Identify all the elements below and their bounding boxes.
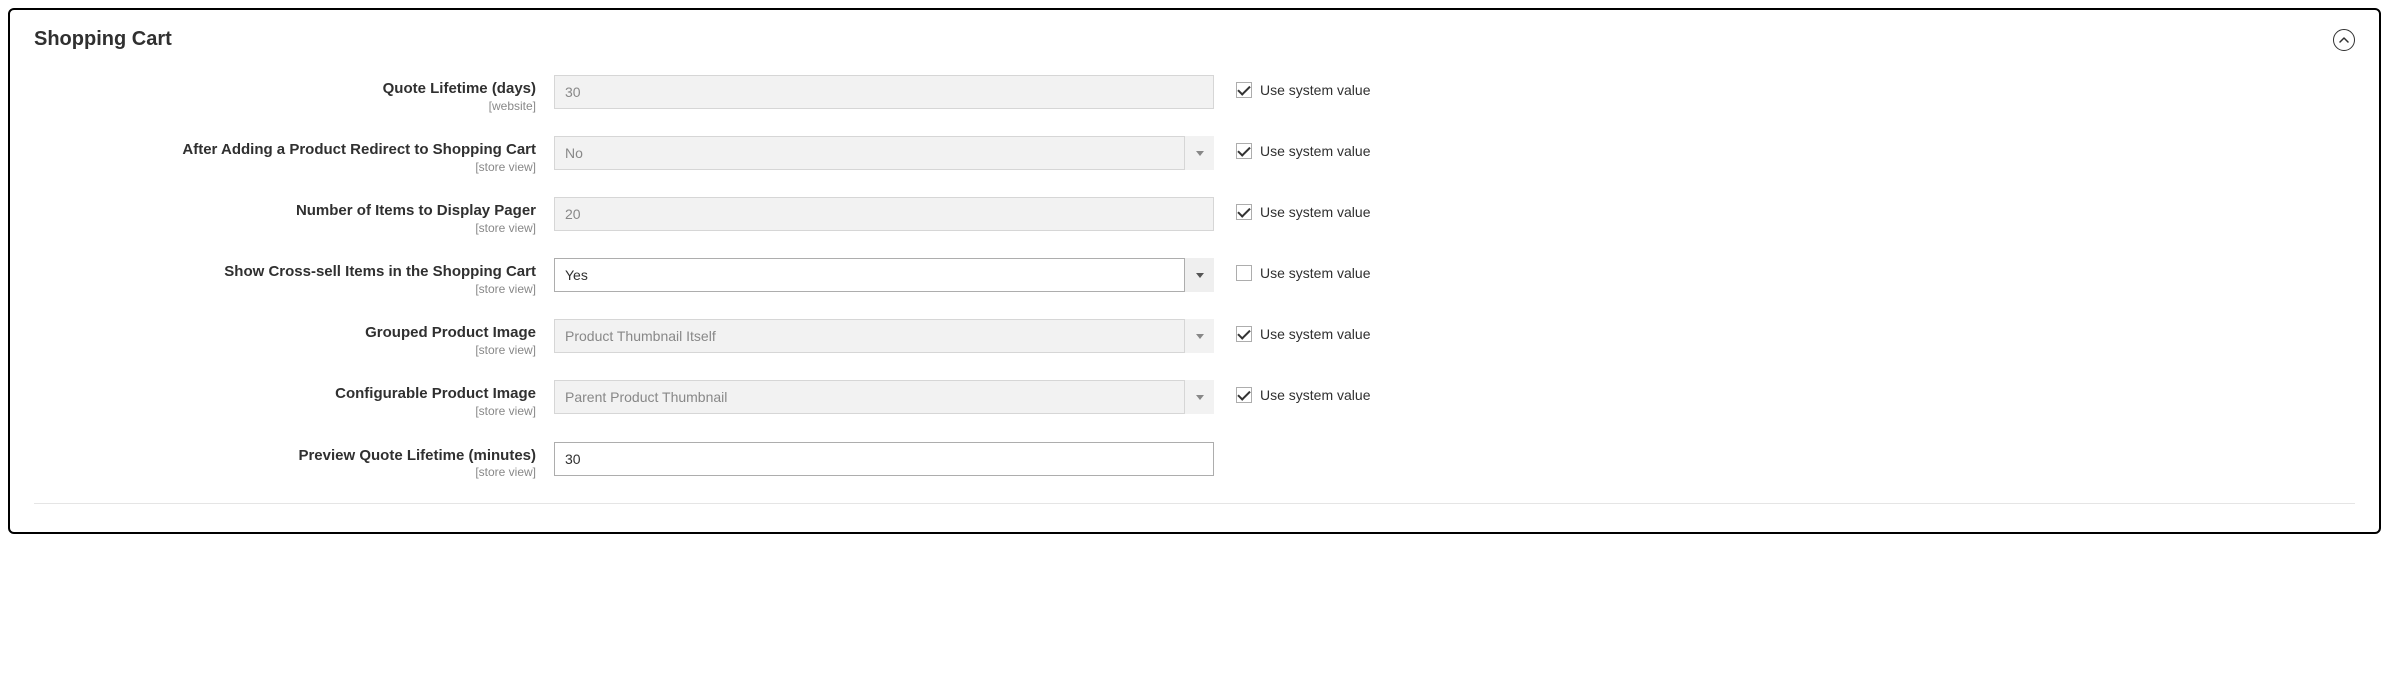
field-scope: [store view]	[34, 465, 536, 481]
label-col: Preview Quote Lifetime (minutes) [store …	[34, 442, 554, 481]
row-configurable-image: Configurable Product Image [store view] …	[34, 380, 2355, 419]
use-system-label: Use system value	[1260, 204, 1370, 220]
field-label: Number of Items to Display Pager	[34, 201, 536, 221]
field-label: Grouped Product Image	[34, 323, 536, 343]
field-label: Configurable Product Image	[34, 384, 536, 404]
field-label: Show Cross-sell Items in the Shopping Ca…	[34, 262, 536, 282]
grouped-image-select[interactable]: Product Thumbnail Itself	[554, 319, 1214, 353]
use-system-checkbox[interactable]	[1236, 265, 1252, 281]
system-value-col: Use system value	[1214, 258, 1370, 281]
select-display: Yes	[554, 258, 1214, 292]
pager-items-input[interactable]	[554, 197, 1214, 231]
use-system-checkbox[interactable]	[1236, 204, 1252, 220]
use-system-checkbox[interactable]	[1236, 326, 1252, 342]
field-label: Quote Lifetime (days)	[34, 79, 536, 99]
section-title: Shopping Cart	[34, 28, 172, 51]
row-crosssell: Show Cross-sell Items in the Shopping Ca…	[34, 258, 2355, 297]
select-display: Parent Product Thumbnail	[554, 380, 1214, 414]
use-system-checkbox[interactable]	[1236, 143, 1252, 159]
label-col: Configurable Product Image [store view]	[34, 380, 554, 419]
row-redirect-to-cart: After Adding a Product Redirect to Shopp…	[34, 136, 2355, 175]
input-col	[554, 197, 1214, 231]
row-grouped-image: Grouped Product Image [store view] Produ…	[34, 319, 2355, 358]
field-scope: [store view]	[34, 343, 536, 359]
row-quote-lifetime: Quote Lifetime (days) [website] Use syst…	[34, 75, 2355, 114]
system-value-col: Use system value	[1214, 319, 1370, 342]
field-scope: [store view]	[34, 282, 536, 298]
field-scope: [website]	[34, 99, 536, 115]
crosssell-select[interactable]: Yes	[554, 258, 1214, 292]
system-value-col: Use system value	[1214, 197, 1370, 220]
form-rows: Quote Lifetime (days) [website] Use syst…	[34, 75, 2355, 481]
row-pager-items: Number of Items to Display Pager [store …	[34, 197, 2355, 236]
redirect-select[interactable]: No	[554, 136, 1214, 170]
use-system-label: Use system value	[1260, 143, 1370, 159]
field-scope: [store view]	[34, 221, 536, 237]
select-display: No	[554, 136, 1214, 170]
field-label: After Adding a Product Redirect to Shopp…	[34, 140, 536, 160]
configurable-image-select[interactable]: Parent Product Thumbnail	[554, 380, 1214, 414]
input-col: Parent Product Thumbnail	[554, 380, 1214, 414]
section-divider	[34, 503, 2355, 504]
shopping-cart-section: Shopping Cart Quote Lifetime (days) [web…	[8, 8, 2381, 534]
use-system-label: Use system value	[1260, 387, 1370, 403]
select-display: Product Thumbnail Itself	[554, 319, 1214, 353]
row-preview-quote: Preview Quote Lifetime (minutes) [store …	[34, 442, 2355, 481]
field-scope: [store view]	[34, 404, 536, 420]
chevron-up-icon	[2339, 37, 2349, 43]
input-col: Product Thumbnail Itself	[554, 319, 1214, 353]
collapse-button[interactable]	[2333, 29, 2355, 51]
use-system-checkbox[interactable]	[1236, 82, 1252, 98]
preview-quote-input[interactable]	[554, 442, 1214, 476]
field-label: Preview Quote Lifetime (minutes)	[34, 446, 536, 466]
use-system-label: Use system value	[1260, 265, 1370, 281]
field-scope: [store view]	[34, 160, 536, 176]
label-col: Number of Items to Display Pager [store …	[34, 197, 554, 236]
label-col: Show Cross-sell Items in the Shopping Ca…	[34, 258, 554, 297]
use-system-checkbox[interactable]	[1236, 387, 1252, 403]
system-value-col: Use system value	[1214, 380, 1370, 403]
system-value-col: Use system value	[1214, 75, 1370, 98]
input-col	[554, 442, 1214, 476]
label-col: Quote Lifetime (days) [website]	[34, 75, 554, 114]
use-system-label: Use system value	[1260, 326, 1370, 342]
use-system-label: Use system value	[1260, 82, 1370, 98]
input-col: Yes	[554, 258, 1214, 292]
system-value-col: Use system value	[1214, 136, 1370, 159]
label-col: After Adding a Product Redirect to Shopp…	[34, 136, 554, 175]
input-col: No	[554, 136, 1214, 170]
quote-lifetime-input[interactable]	[554, 75, 1214, 109]
input-col	[554, 75, 1214, 109]
section-header: Shopping Cart	[34, 28, 2355, 51]
label-col: Grouped Product Image [store view]	[34, 319, 554, 358]
system-value-col	[1214, 442, 1236, 449]
